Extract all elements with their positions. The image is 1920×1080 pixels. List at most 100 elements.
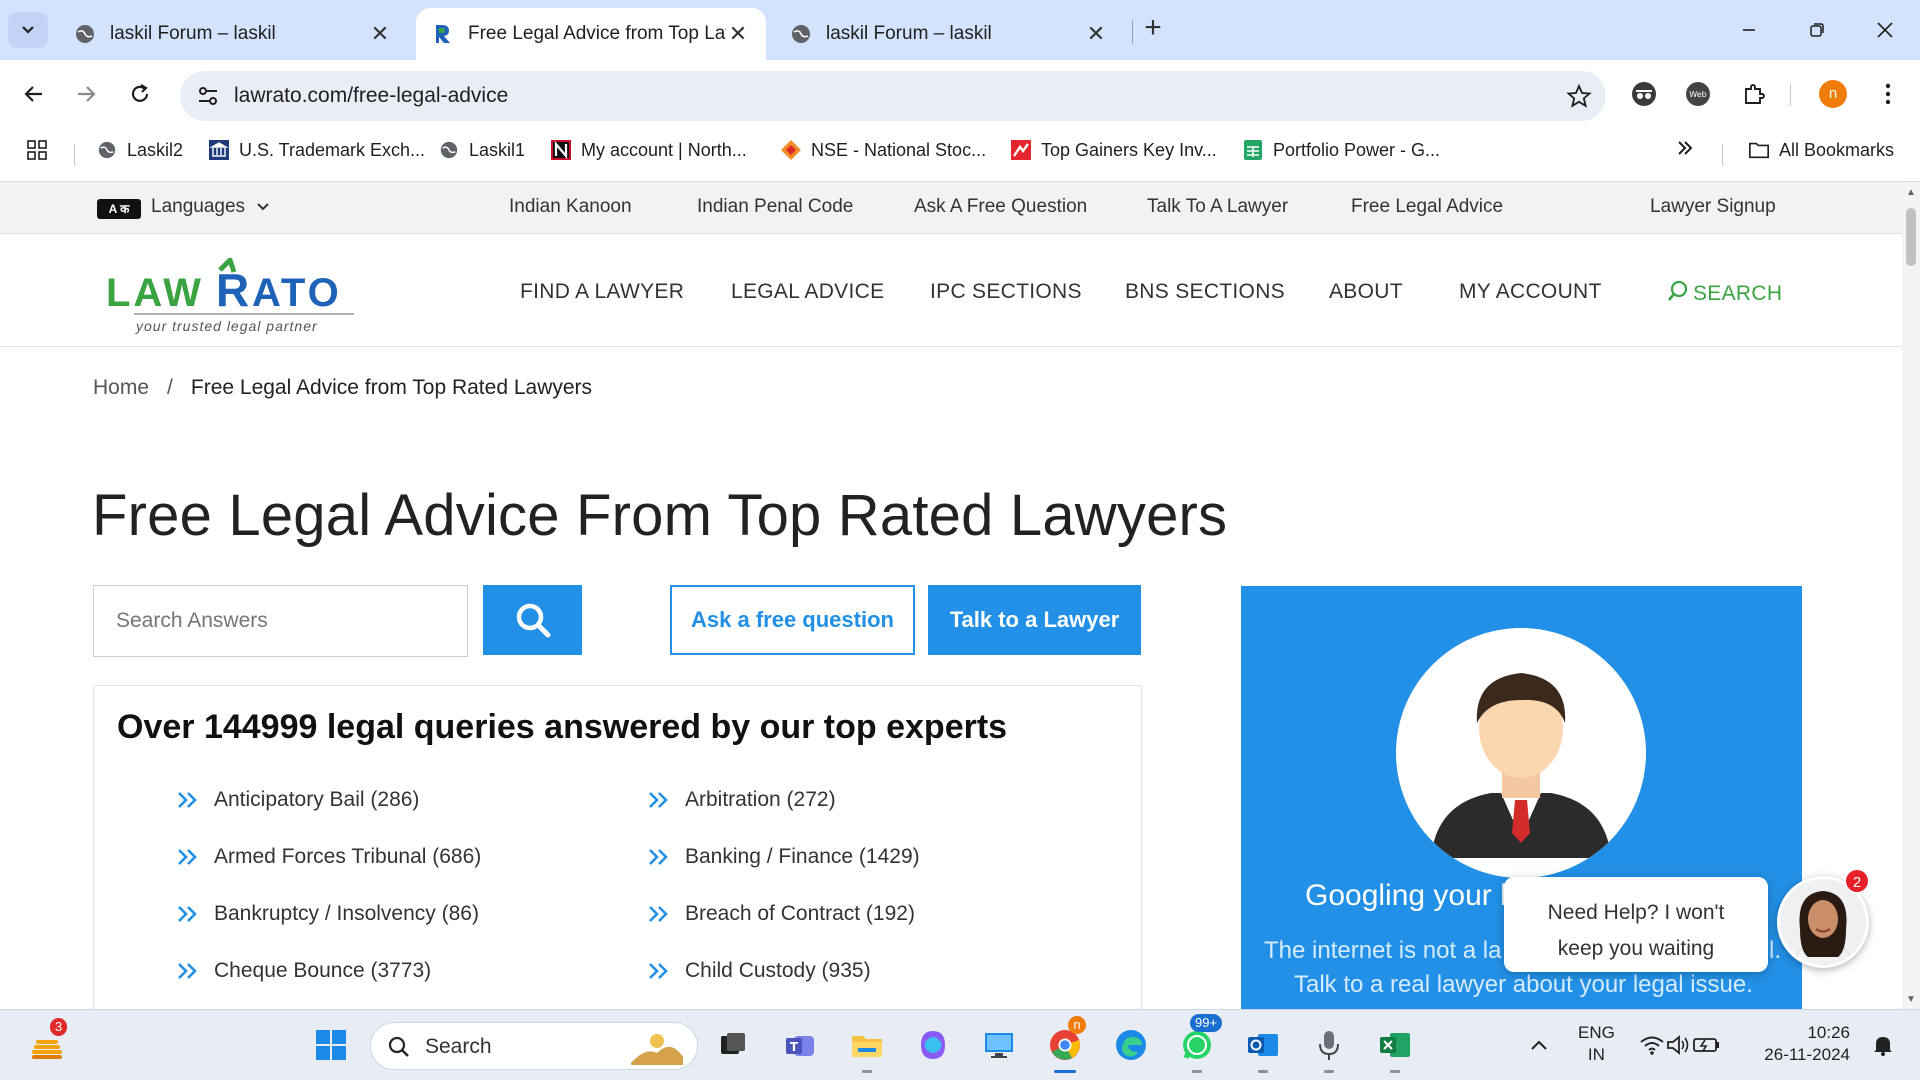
- browser-menu-button[interactable]: [1874, 80, 1902, 108]
- category-link[interactable]: Anticipatory Bail (286): [176, 788, 419, 812]
- nav-search[interactable]: SEARCH: [1667, 280, 1782, 306]
- copilot-button[interactable]: [912, 1024, 954, 1066]
- scroll-up-icon[interactable]: ▲: [1906, 187, 1916, 198]
- task-view-button[interactable]: [712, 1024, 754, 1066]
- northeastern-n-icon: [550, 139, 572, 161]
- voice-recorder-button[interactable]: [1308, 1024, 1350, 1066]
- bookmark-us-trademark[interactable]: U.S. Trademark Exch...: [208, 139, 425, 161]
- category-link[interactable]: Child Custody (935): [647, 959, 871, 983]
- queries-heading: Over 144999 legal queries answered by ou…: [117, 708, 1008, 746]
- restore-button[interactable]: [1794, 12, 1840, 48]
- tab-laskil-forum-2[interactable]: laskil Forum – laskil ✕: [774, 8, 1124, 60]
- url-text[interactable]: lawrato.com/free-legal-advice: [234, 84, 508, 108]
- teams-button[interactable]: T: [780, 1024, 822, 1066]
- minimize-button[interactable]: [1726, 12, 1772, 48]
- remote-desktop-button[interactable]: [978, 1024, 1020, 1066]
- bookmark-star-icon[interactable]: [1566, 83, 1592, 109]
- all-bookmarks-button[interactable]: All Bookmarks: [1748, 139, 1894, 161]
- clock[interactable]: 10:26 26-11-2024: [1760, 1022, 1850, 1066]
- chat-help-bubble[interactable]: Need Help? I won't keep you waiting: [1504, 877, 1768, 972]
- kebab-menu-icon: [1885, 83, 1891, 105]
- search-answers-input[interactable]: [93, 585, 468, 657]
- reload-button[interactable]: [122, 76, 158, 112]
- site-settings-icon[interactable]: [196, 84, 220, 108]
- nav-about[interactable]: ABOUT: [1329, 280, 1403, 304]
- ask-free-question-button[interactable]: Ask a free question: [670, 585, 915, 655]
- scrollbar-thumb[interactable]: [1906, 208, 1916, 266]
- page-scrollbar[interactable]: ▲ ▼: [1902, 182, 1920, 1009]
- category-link[interactable]: Arbitration (272): [647, 788, 836, 812]
- address-bar[interactable]: lawrato.com/free-legal-advice: [180, 71, 1606, 121]
- nav-my-account[interactable]: MY ACCOUNT: [1459, 280, 1602, 304]
- back-button[interactable]: [16, 76, 52, 112]
- notification-bell-icon: [1874, 1037, 1892, 1056]
- category-label: Cheque Bounce (3773): [214, 959, 432, 982]
- close-icon[interactable]: ✕: [726, 21, 750, 47]
- toplink-free-legal-advice[interactable]: Free Legal Advice: [1351, 196, 1503, 218]
- chevron-down-icon: [256, 202, 270, 212]
- globe-icon: [96, 139, 118, 161]
- input-language-indicator[interactable]: ENG IN: [1578, 1022, 1615, 1066]
- toplink-indian-kanoon[interactable]: Indian Kanoon: [509, 196, 632, 218]
- bookmark-nse[interactable]: NSE - National Stoc...: [780, 139, 986, 161]
- category-link[interactable]: Banking / Finance (1429): [647, 845, 920, 869]
- bookmarks-overflow-button[interactable]: [1676, 139, 1694, 157]
- whatsapp-icon: [1183, 1031, 1211, 1059]
- notifications-button[interactable]: [1862, 1024, 1904, 1066]
- tab-title: laskil Forum – laskil: [110, 23, 276, 44]
- search-answers-button[interactable]: [483, 585, 582, 655]
- bookmark-top-gainers[interactable]: Top Gainers Key Inv...: [1010, 139, 1217, 161]
- extension-incognito-button[interactable]: [1630, 80, 1658, 108]
- profile-avatar[interactable]: n: [1819, 80, 1847, 108]
- tab-search-button[interactable]: [8, 12, 48, 48]
- new-tab-button[interactable]: +: [1136, 12, 1170, 46]
- close-window-button[interactable]: [1862, 12, 1908, 48]
- start-button[interactable]: [310, 1024, 352, 1066]
- task-view-icon: [721, 1033, 745, 1054]
- active-indicator: [1054, 1070, 1076, 1073]
- bookmark-laskil2[interactable]: Laskil2: [96, 139, 183, 161]
- talk-to-lawyer-button[interactable]: Talk to a Lawyer: [928, 585, 1141, 655]
- forward-button[interactable]: [68, 76, 104, 112]
- close-icon[interactable]: ✕: [1084, 21, 1108, 47]
- category-link[interactable]: Breach of Contract (192): [647, 902, 915, 926]
- microphone-icon: [1319, 1031, 1339, 1060]
- running-indicator: [1192, 1070, 1202, 1073]
- languages-dropdown[interactable]: Languages: [151, 196, 270, 218]
- tab-separator: [1132, 20, 1133, 44]
- lawyer-avatar-illustration: [1396, 628, 1646, 878]
- breadcrumb-home[interactable]: Home: [93, 376, 149, 399]
- nav-ipc-sections[interactable]: IPC SECTIONS: [930, 280, 1082, 304]
- category-link[interactable]: Armed Forces Tribunal (686): [176, 845, 481, 869]
- excel-icon: [1380, 1033, 1410, 1057]
- file-explorer-button[interactable]: [846, 1024, 888, 1066]
- toolbar-separator: [1790, 84, 1791, 106]
- scroll-down-icon[interactable]: ▼: [1906, 994, 1916, 1005]
- bookmark-portfolio-power[interactable]: Portfolio Power - G...: [1242, 139, 1440, 161]
- outlook-button[interactable]: [1242, 1024, 1284, 1066]
- category-link[interactable]: Cheque Bounce (3773): [176, 959, 431, 983]
- excel-button[interactable]: [1374, 1024, 1416, 1066]
- toplink-ask-free-question[interactable]: Ask A Free Question: [914, 196, 1087, 218]
- nav-legal-advice[interactable]: LEGAL ADVICE: [731, 280, 884, 304]
- apps-button[interactable]: [26, 139, 48, 161]
- clock-date: 26-11-2024: [1764, 1045, 1850, 1064]
- nav-find-a-lawyer[interactable]: FIND A LAWYER: [520, 280, 684, 304]
- close-icon[interactable]: ✕: [368, 21, 392, 47]
- toplink-talk-to-lawyer[interactable]: Talk To A Lawyer: [1147, 196, 1288, 218]
- extensions-button[interactable]: [1740, 80, 1768, 108]
- taskbar-search-box[interactable]: Search: [370, 1022, 698, 1070]
- toplink-lawyer-signup[interactable]: Lawyer Signup: [1650, 196, 1776, 218]
- nav-bns-sections[interactable]: BNS SECTIONS: [1125, 280, 1285, 304]
- bookmark-laskil1[interactable]: Laskil1: [438, 139, 525, 161]
- lawrato-logo[interactable]: LAW R ATO your trusted legal partner: [104, 258, 394, 338]
- show-hidden-icons-button[interactable]: [1518, 1024, 1560, 1066]
- extension-web-button[interactable]: Web: [1684, 80, 1712, 108]
- tab-laskil-forum-1[interactable]: laskil Forum – laskil ✕: [58, 8, 408, 60]
- toplink-indian-penal-code[interactable]: Indian Penal Code: [697, 196, 853, 218]
- edge-button[interactable]: [1110, 1024, 1152, 1066]
- category-link[interactable]: Bankruptcy / Insolvency (86): [176, 902, 479, 926]
- bookmark-my-account[interactable]: My account | North...: [550, 139, 747, 161]
- quick-settings-button[interactable]: [1630, 1024, 1730, 1066]
- tab-lawrato[interactable]: Free Legal Advice from Top Law ✕: [416, 8, 766, 60]
